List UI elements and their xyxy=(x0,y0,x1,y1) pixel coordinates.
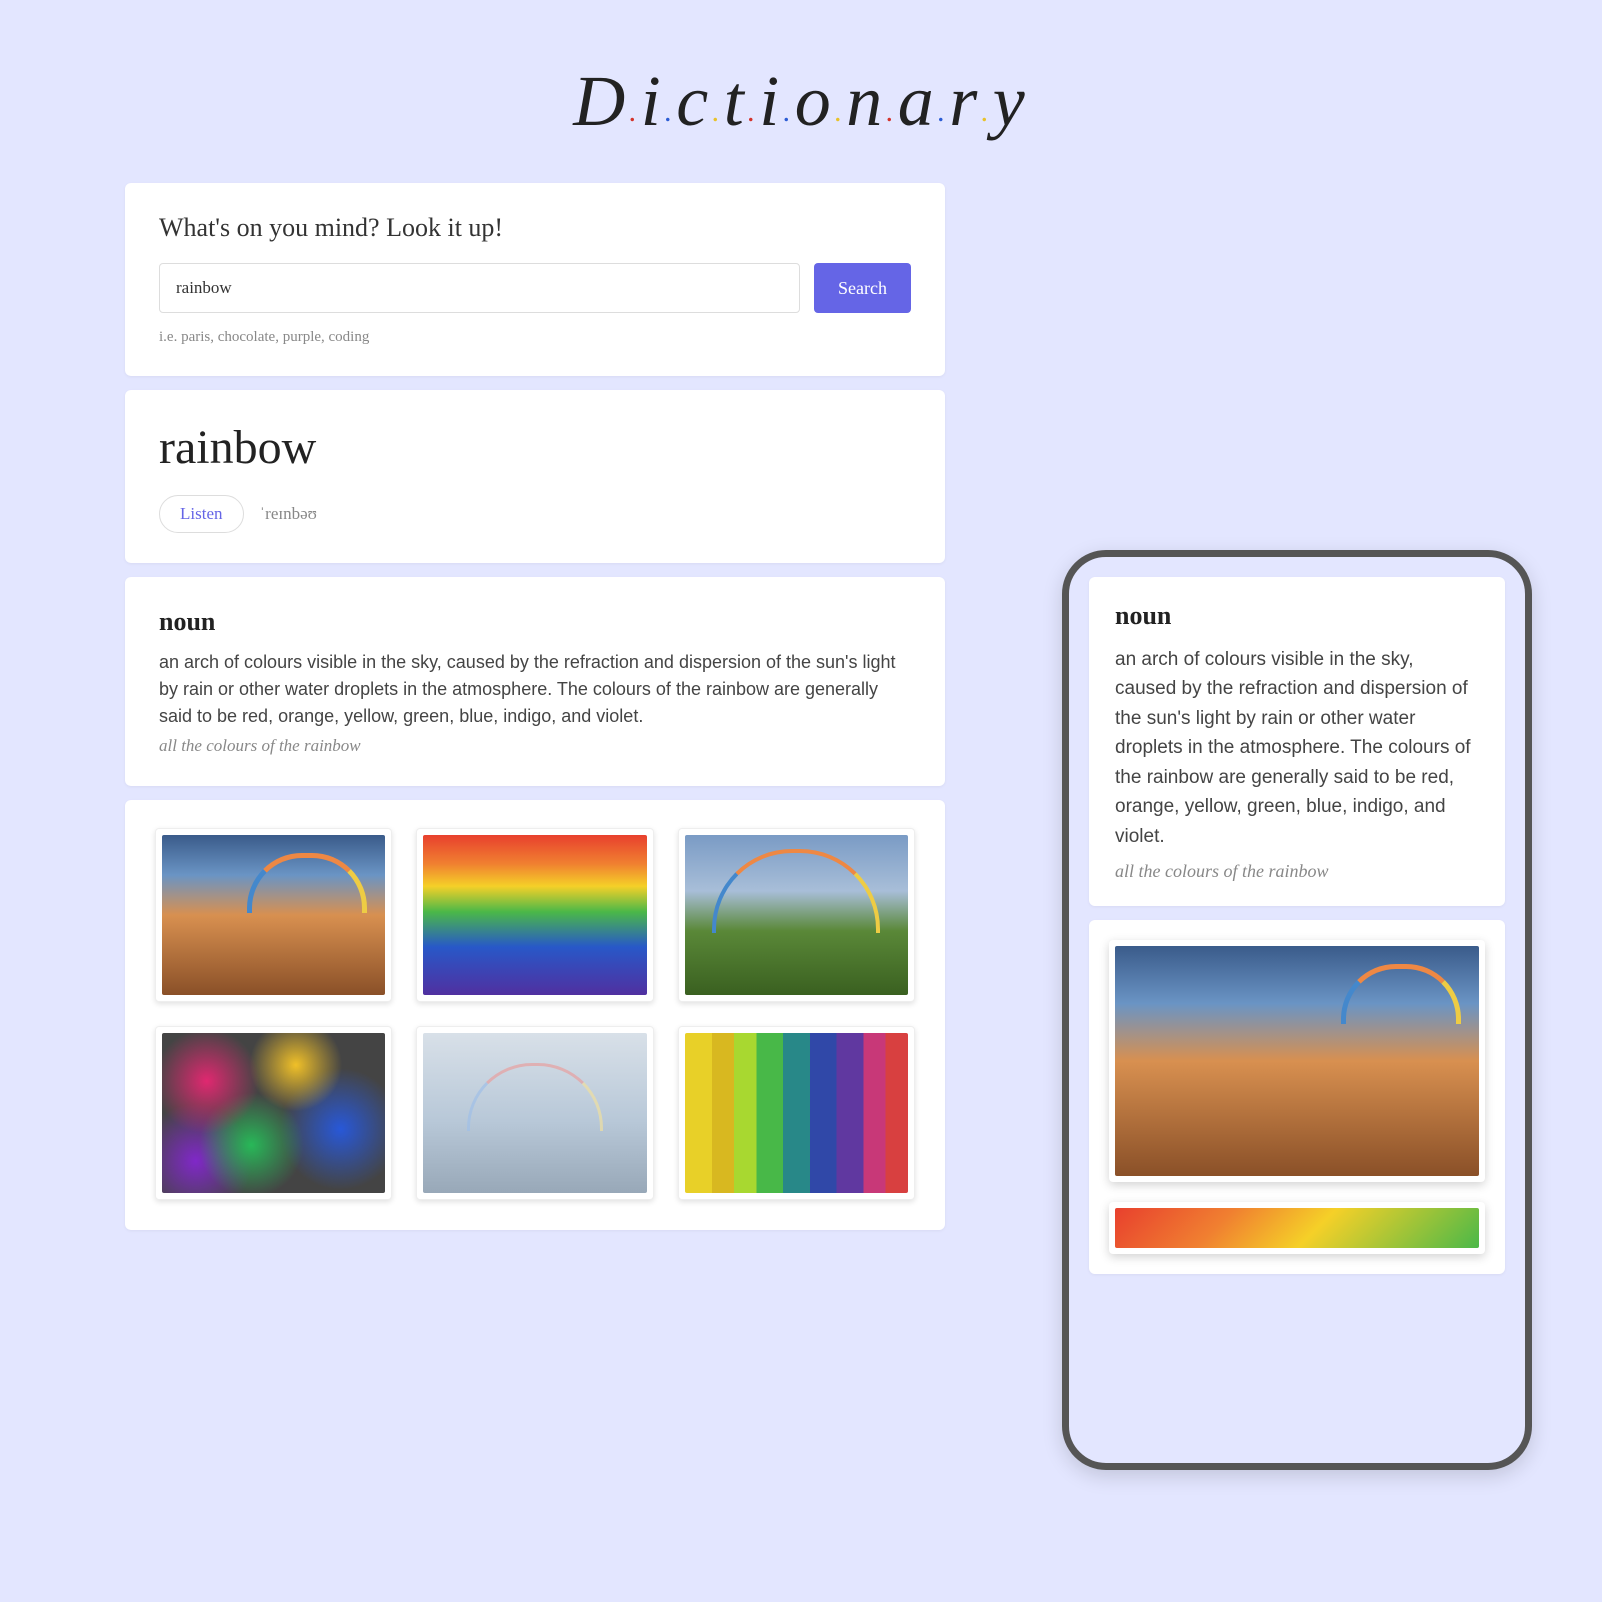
mobile-definition-card: noun an arch of colours visible in the s… xyxy=(1089,577,1505,906)
word-heading: rainbow xyxy=(159,420,911,475)
part-of-speech: noun xyxy=(159,607,911,637)
gallery-thumb[interactable] xyxy=(155,1026,392,1200)
rainbow-image xyxy=(423,835,646,995)
gallery-card xyxy=(125,800,945,1230)
mobile-gallery-card xyxy=(1089,920,1505,1274)
listen-button[interactable]: Listen xyxy=(159,495,244,533)
gallery-thumb[interactable] xyxy=(416,828,653,1002)
search-title: What's on you mind? Look it up! xyxy=(159,213,911,243)
rainbow-image xyxy=(162,1033,385,1193)
rainbow-image xyxy=(1115,1208,1479,1248)
rainbow-image xyxy=(423,1033,646,1193)
word-card: rainbow Listen ˈreɪnbəʊ xyxy=(125,390,945,563)
rainbow-image xyxy=(685,835,908,995)
search-input[interactable] xyxy=(159,263,800,313)
mobile-definition-text: an arch of colours visible in the sky, c… xyxy=(1115,645,1479,851)
mobile-example-text: all the colours of the rainbow xyxy=(1115,861,1479,882)
pronunciation-text: ˈreɪnbəʊ xyxy=(260,504,317,524)
gallery-thumb[interactable] xyxy=(678,1026,915,1200)
definition-text: an arch of colours visible in the sky, c… xyxy=(159,649,911,730)
mobile-part-of-speech: noun xyxy=(1115,601,1479,631)
gallery-thumb[interactable] xyxy=(155,828,392,1002)
rainbow-image xyxy=(685,1033,908,1193)
rainbow-image xyxy=(162,835,385,995)
example-text: all the colours of the rainbow xyxy=(159,736,911,756)
search-button[interactable]: Search xyxy=(814,263,911,313)
rainbow-image xyxy=(1115,946,1479,1176)
mobile-gallery-thumb[interactable] xyxy=(1109,1202,1485,1254)
logo-text: D.i.c.t.i.o.n.a.r.y xyxy=(573,60,1029,143)
definition-card: noun an arch of colours visible in the s… xyxy=(125,577,945,786)
logo: D.i.c.t.i.o.n.a.r.y xyxy=(0,0,1602,183)
gallery-thumb[interactable] xyxy=(416,1026,653,1200)
gallery-thumb[interactable] xyxy=(678,828,915,1002)
mobile-gallery-thumb[interactable] xyxy=(1109,940,1485,1182)
main-column: What's on you mind? Look it up! Search i… xyxy=(125,183,945,1230)
mobile-preview-frame: noun an arch of colours visible in the s… xyxy=(1062,550,1532,1470)
search-hint: i.e. paris, chocolate, purple, coding xyxy=(159,329,911,346)
search-card: What's on you mind? Look it up! Search i… xyxy=(125,183,945,376)
